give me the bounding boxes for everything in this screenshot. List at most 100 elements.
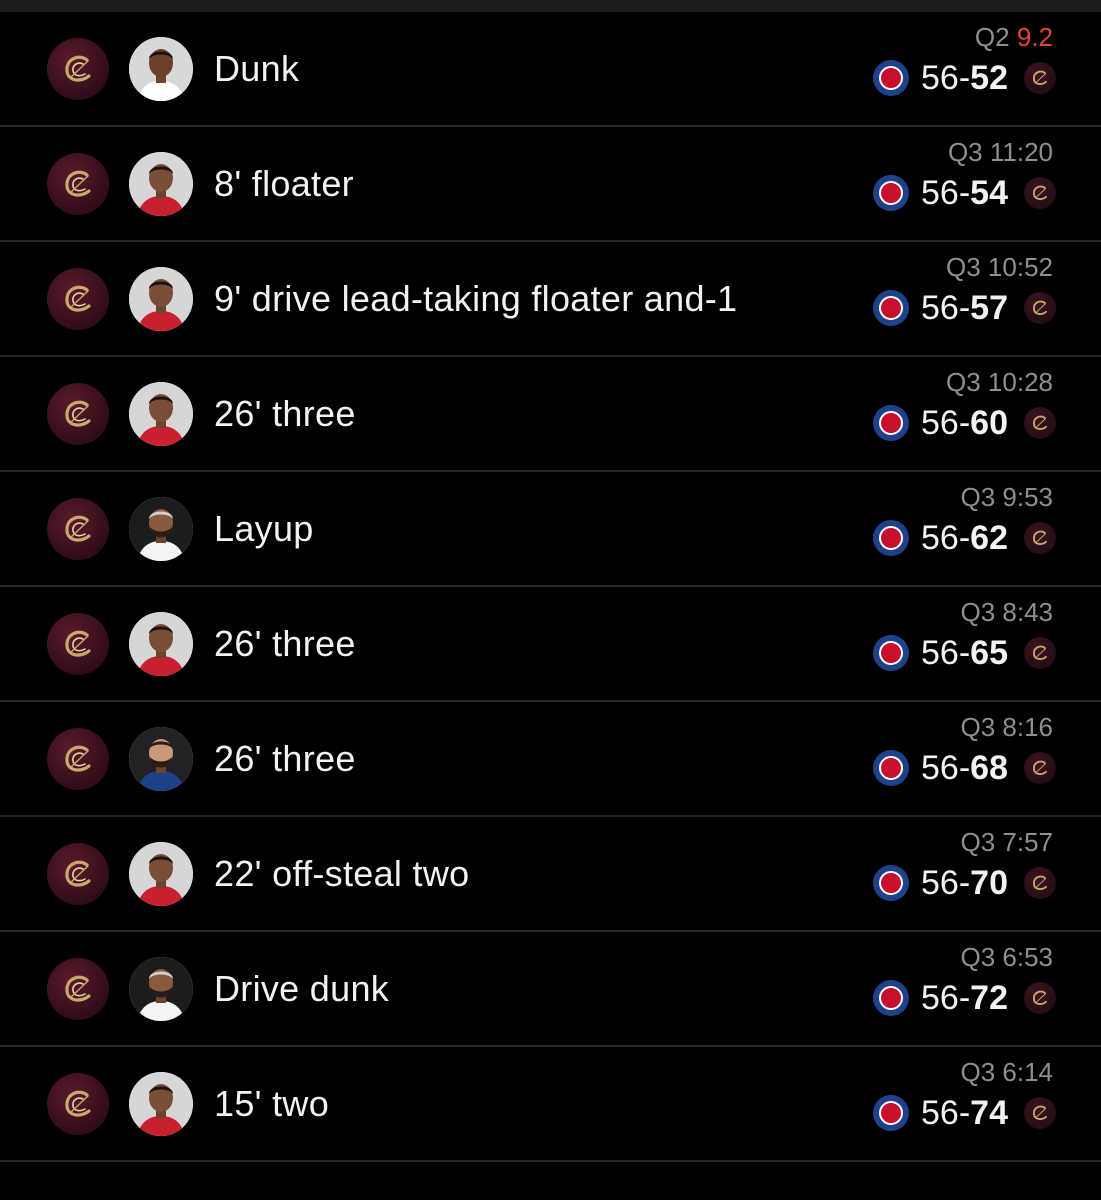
score-home: 56	[921, 289, 959, 327]
clock-time: 9:53	[1002, 482, 1053, 512]
game-clock: Q3 6:53	[960, 942, 1053, 972]
play-row[interactable]: 26' three Q3 8:16 56-68	[0, 702, 1101, 817]
score: 56-57	[921, 288, 1008, 328]
score-home: 56	[921, 404, 959, 442]
pistons-logo-icon	[873, 520, 910, 556]
cavaliers-logo-icon	[47, 1073, 109, 1135]
clock-quarter: Q3	[946, 252, 981, 282]
player-c-avatar	[129, 497, 193, 561]
cavaliers-logo-icon	[47, 268, 109, 330]
score-separator: -	[958, 864, 971, 902]
score-separator: -	[958, 404, 971, 442]
score: 56-60	[921, 403, 1008, 443]
score-home: 56	[921, 59, 959, 97]
cavaliers-small-logo-icon	[1024, 62, 1056, 94]
cavaliers-logo-icon	[47, 498, 109, 560]
score-away: 60	[970, 404, 1008, 442]
clock-quarter: Q3	[946, 367, 981, 397]
score: 56-68	[921, 748, 1008, 788]
play-description: 9' drive lead-taking floater and-1	[214, 278, 738, 319]
clock-time: 8:43	[1002, 597, 1053, 627]
play-row[interactable]: 15' two Q3 6:14 56-74	[0, 1047, 1101, 1162]
score: 56-70	[921, 863, 1008, 903]
cavaliers-logo-icon	[47, 383, 109, 445]
game-clock: Q3 10:28	[946, 367, 1053, 397]
pistons-logo-icon	[873, 750, 910, 786]
play-row[interactable]: 26' three Q3 8:43 56-65	[0, 587, 1101, 702]
score-home: 56	[921, 749, 959, 787]
player-b-avatar	[129, 842, 193, 906]
score-line: 56-65	[873, 631, 1056, 675]
clock-time: 7:57	[1002, 827, 1053, 857]
cavaliers-logo-icon	[47, 38, 109, 100]
score: 56-52	[921, 58, 1008, 98]
play-row[interactable]: Drive dunk Q3 6:53 56-72	[0, 932, 1101, 1047]
play-row[interactable]: Dunk Q2 9.2 56-52	[0, 12, 1101, 127]
score-home: 56	[921, 634, 959, 672]
play-row[interactable]: 9' drive lead-taking floater and-1 Q3 10…	[0, 242, 1101, 357]
clock-quarter: Q3	[960, 827, 996, 857]
play-row[interactable]: 8' floater Q3 11:20 56-54	[0, 127, 1101, 242]
score: 56-65	[921, 633, 1008, 673]
score-line: 56-62	[873, 516, 1056, 560]
pistons-logo-icon	[873, 635, 910, 671]
play-description: 22' off-steal two	[214, 853, 470, 894]
cavaliers-small-logo-icon	[1024, 522, 1056, 554]
score-separator: -	[958, 749, 971, 787]
play-description: 26' three	[214, 393, 356, 434]
score-separator: -	[958, 979, 971, 1017]
play-description: 8' floater	[214, 163, 354, 204]
score-away: 74	[970, 1094, 1008, 1132]
game-clock: Q3 11:20	[948, 137, 1053, 167]
player-b-avatar	[129, 267, 193, 331]
cavaliers-logo-icon	[47, 843, 109, 905]
play-row[interactable]: 22' off-steal two Q3 7:57 56-70	[0, 817, 1101, 932]
score: 56-74	[921, 1093, 1008, 1133]
score-separator: -	[958, 519, 971, 557]
clock-quarter: Q3	[960, 482, 996, 512]
score-away: 52	[970, 59, 1008, 97]
clock-time: 8:16	[1002, 712, 1053, 742]
play-description: Drive dunk	[214, 968, 390, 1009]
score-line: 56-70	[873, 861, 1056, 905]
pistons-logo-icon	[873, 60, 910, 96]
score-line: 56-54	[873, 171, 1056, 215]
score-separator: -	[958, 1094, 971, 1132]
player-b-avatar	[129, 1072, 193, 1136]
pistons-logo-icon	[873, 1095, 910, 1131]
play-description: Dunk	[214, 48, 300, 89]
score-line: 56-52	[873, 56, 1056, 100]
player-d-avatar	[129, 727, 193, 791]
score-home: 56	[921, 174, 959, 212]
play-row[interactable]: 26' three Q3 10:28 56-60	[0, 357, 1101, 472]
player-a-avatar	[129, 37, 193, 101]
score-separator: -	[958, 59, 971, 97]
game-clock: Q3 10:52	[946, 252, 1053, 282]
score-line: 56-74	[873, 1091, 1056, 1135]
game-clock: Q3 9:53	[960, 482, 1053, 512]
player-b-avatar	[129, 152, 193, 216]
cavaliers-small-logo-icon	[1024, 1097, 1056, 1129]
clock-time: 10:28	[987, 367, 1053, 397]
score-away: 57	[970, 289, 1008, 327]
clock-quarter: Q2	[974, 22, 1010, 52]
score: 56-54	[921, 173, 1008, 213]
pistons-logo-icon	[873, 175, 910, 211]
game-clock: Q3 8:16	[960, 712, 1053, 742]
clock-quarter: Q3	[960, 597, 996, 627]
play-by-play-list[interactable]: Dunk Q2 9.2 56-52 8' floater Q3 11:20 56…	[0, 12, 1101, 1162]
pistons-logo-icon	[873, 405, 910, 441]
game-clock: Q3 7:57	[960, 827, 1053, 857]
score: 56-62	[921, 518, 1008, 558]
play-description: 26' three	[214, 623, 356, 664]
pistons-logo-icon	[873, 290, 910, 326]
play-row[interactable]: Layup Q3 9:53 56-62	[0, 472, 1101, 587]
clock-time: 9.2	[1016, 22, 1053, 52]
cavaliers-small-logo-icon	[1024, 292, 1056, 324]
cavaliers-small-logo-icon	[1024, 982, 1056, 1014]
score-line: 56-68	[873, 746, 1056, 790]
game-clock: Q2 9.2	[975, 22, 1053, 52]
clock-time: 11:20	[989, 137, 1053, 167]
player-b-avatar	[129, 612, 193, 676]
clock-quarter: Q3	[947, 137, 983, 167]
